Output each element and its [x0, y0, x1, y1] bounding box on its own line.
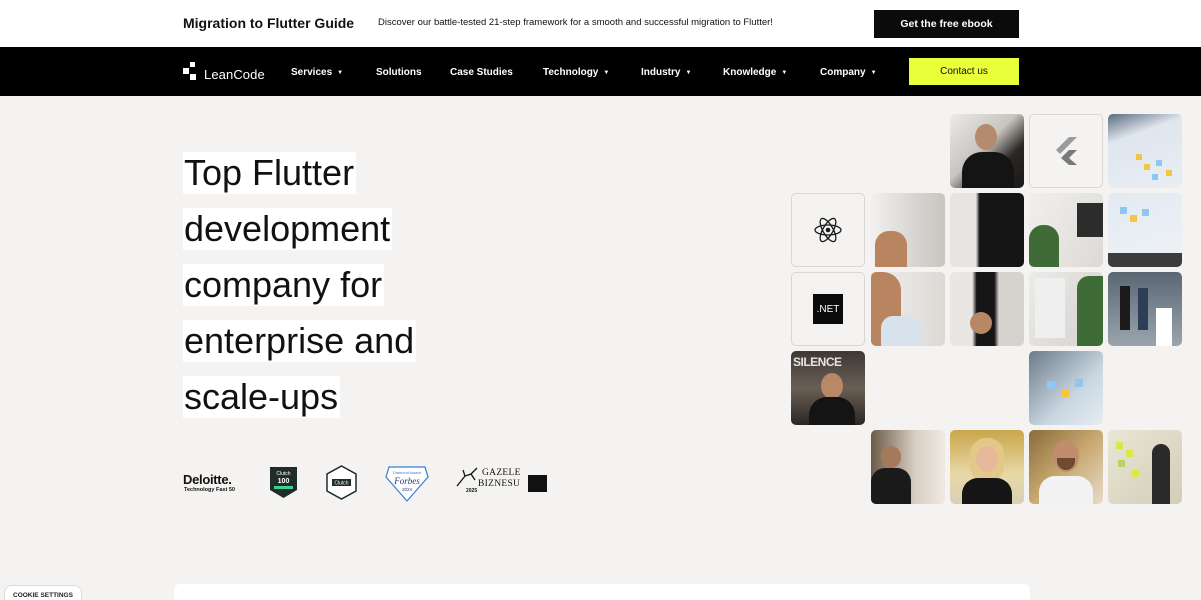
chevron-down-icon: ▼: [685, 69, 692, 76]
nav-item-label: Knowledge: [723, 67, 777, 78]
nav-item-label: Company: [820, 67, 866, 78]
hero-line: Top Flutter: [183, 152, 357, 194]
speaker-photo: SILENCE: [791, 351, 865, 425]
developer-photo: [871, 430, 945, 504]
conference-photo: [1108, 272, 1182, 346]
chevron-down-icon: ▼: [870, 69, 877, 76]
office-photo: [1029, 272, 1103, 346]
nav-item-services[interactable]: Services ▼: [291, 67, 343, 78]
nav-item-industry[interactable]: Industry ▼: [641, 67, 691, 78]
deloitte-subtitle: Technology Fast 50: [184, 487, 235, 493]
nav-item-label: Case Studies: [450, 67, 513, 78]
team-member-photo: [1029, 430, 1103, 504]
whiteboard-photo: [1108, 193, 1182, 267]
nav-item-company[interactable]: Company ▼: [820, 67, 877, 78]
whiteboard-photo: [1108, 114, 1182, 188]
office-photo: [871, 272, 945, 346]
chevron-down-icon: ▼: [781, 69, 788, 76]
promo-title: Migration to Flutter Guide: [183, 15, 355, 31]
sticky-notes-photo: [1108, 430, 1182, 504]
forbes-top: Diamond Award: [393, 470, 421, 475]
cookie-settings-button[interactable]: COOKIE SETTINGS: [4, 585, 82, 600]
clutch-label: Clutch: [334, 481, 348, 487]
team-photo: [950, 114, 1024, 188]
gazele-line1: GAZELE: [482, 468, 521, 478]
promo-bar: Migration to Flutter Guide Discover our …: [0, 0, 1201, 47]
forbes-name: Forbes: [393, 476, 420, 486]
forbes-year: 2024: [402, 487, 413, 492]
hero-line: development: [183, 208, 393, 250]
clutch100-top: Clutch: [276, 471, 290, 477]
leancode-logo[interactable]: LeanCode: [183, 60, 265, 82]
get-ebook-button[interactable]: Get the free ebook: [874, 10, 1019, 38]
content-card: [174, 584, 1030, 600]
nav-item-technology[interactable]: Technology ▼: [543, 67, 609, 78]
main-nav: LeanCode Services ▼ Solutions Case Studi…: [0, 47, 1201, 96]
flutter-logo-tile: [1029, 114, 1103, 188]
hero-line: scale-ups: [183, 376, 341, 418]
nav-item-solutions[interactable]: Solutions: [376, 67, 422, 78]
nav-item-label: Solutions: [376, 67, 422, 78]
team-photo: [950, 193, 1024, 267]
promo-text: Discover our battle-tested 21-step frame…: [378, 17, 773, 28]
nav-item-case-studies[interactable]: Case Studies: [450, 67, 513, 78]
clutch-badge: Clutch: [326, 465, 357, 500]
team-member-photo: [950, 430, 1024, 504]
office-photo: [871, 193, 945, 267]
chevron-down-icon: ▼: [337, 69, 344, 76]
nav-item-label: Industry: [641, 67, 681, 78]
nav-item-label: Technology: [543, 67, 599, 78]
nav-item-knowledge[interactable]: Knowledge ▼: [723, 67, 787, 78]
nav-item-label: Services: [291, 67, 333, 78]
silence-text: SILENCE: [793, 355, 842, 369]
dotnet-logo-tile: .NET: [791, 272, 865, 346]
flutter-icon: [1056, 137, 1077, 165]
contact-us-button[interactable]: Contact us: [909, 58, 1019, 85]
gazele-year: 2025: [466, 488, 478, 494]
forbes-badge: Diamond Award Forbes 2024: [385, 466, 429, 502]
dotnet-label: .NET: [816, 303, 840, 315]
team-photo: [950, 272, 1024, 346]
react-icon: [814, 217, 842, 243]
dotnet-icon: .NET: [813, 294, 843, 324]
chevron-down-icon: ▼: [603, 69, 610, 76]
deloitte-name: Deloitte.: [183, 472, 232, 487]
hero-line: enterprise and: [183, 320, 417, 362]
clutch100-number: 100: [278, 478, 290, 485]
react-logo-tile: [791, 193, 865, 267]
leancode-logo-icon: [183, 62, 201, 80]
hero-line: company for: [183, 264, 385, 306]
office-photo: [1029, 193, 1103, 267]
hero-title: Top Flutter development company for ente…: [183, 152, 473, 432]
logo-text: LeanCode: [204, 66, 265, 82]
whiteboard-photo: [1029, 351, 1103, 425]
gazele-logo-box: [528, 475, 547, 492]
clutch-100-badge: Clutch 100: [270, 467, 297, 498]
gazele-line2: BIZNESU: [478, 479, 521, 489]
